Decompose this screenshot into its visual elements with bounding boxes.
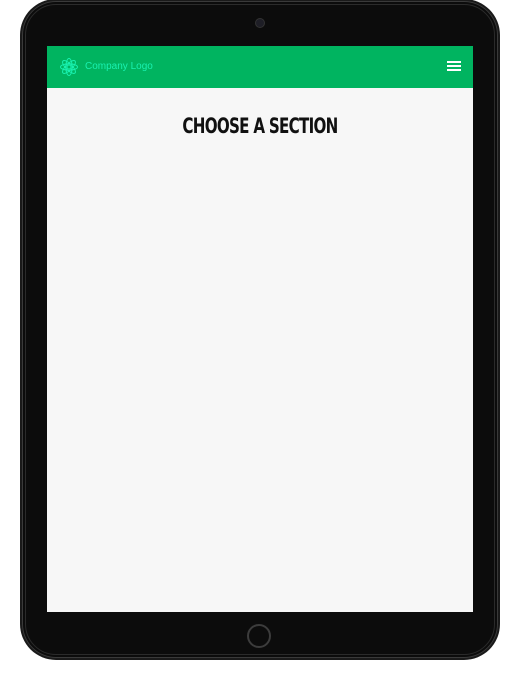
menu-line <box>447 69 461 71</box>
company-logo-text: Company Logo <box>85 61 153 72</box>
app-screen: Company Logo CHOOSE A SECTION <box>47 46 473 612</box>
company-logo[interactable]: Company Logo <box>59 57 153 77</box>
menu-line <box>447 61 461 63</box>
tablet-device-frame: Company Logo CHOOSE A SECTION <box>22 1 498 658</box>
home-button[interactable] <box>247 624 271 648</box>
hamburger-menu-icon[interactable] <box>447 61 461 73</box>
app-header: Company Logo <box>47 46 473 88</box>
flower-logo-icon <box>60 58 78 76</box>
camera-icon <box>256 19 264 27</box>
page-title: CHOOSE A SECTION <box>182 114 338 138</box>
menu-line <box>447 65 461 67</box>
